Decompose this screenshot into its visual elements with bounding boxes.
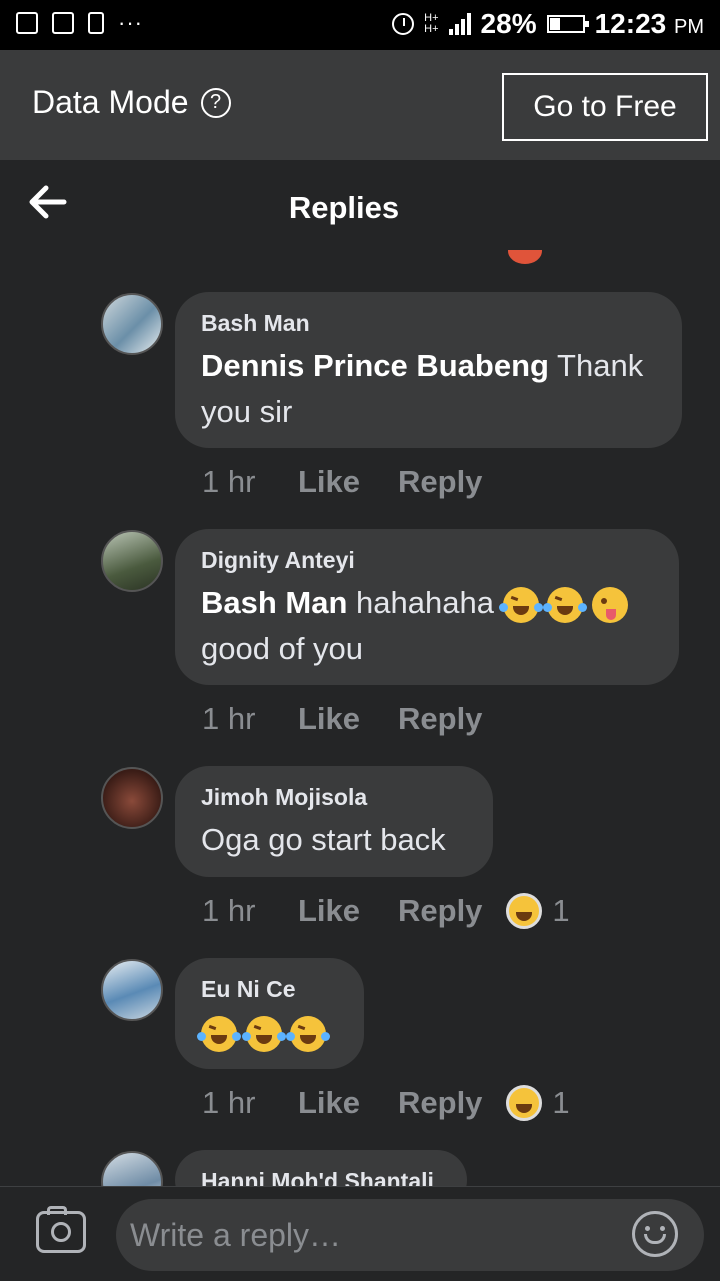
like-button[interactable]: Like xyxy=(298,1085,398,1121)
status-bar: ··· H+ H+ 28% 12:23 PM xyxy=(0,0,720,50)
more-notifications-icon: ··· xyxy=(118,10,143,35)
help-icon[interactable]: ? xyxy=(200,87,231,118)
comment-author[interactable]: Dignity Anteyi xyxy=(201,547,653,574)
avatar[interactable] xyxy=(101,959,163,1021)
gmail-icon xyxy=(52,12,74,34)
comment-text: Dennis Prince Buabeng Thank you sir xyxy=(201,348,644,429)
sd-card-icon xyxy=(88,12,104,34)
rofl-emoji-icon xyxy=(286,1015,331,1052)
haha-reaction-icon xyxy=(506,893,543,929)
image-icon xyxy=(16,12,38,34)
mention[interactable]: Dennis Prince Buabeng xyxy=(201,348,549,383)
battery-percent: 28% xyxy=(480,8,537,39)
comment-actions: 1 hr Like Reply xyxy=(202,701,506,737)
comment-time: 1 hr xyxy=(202,464,256,499)
reaction-count: 1 xyxy=(552,1085,570,1120)
previous-comment-fragment xyxy=(330,250,550,266)
comment-time: 1 hr xyxy=(202,1085,256,1120)
battery-icon xyxy=(546,15,589,33)
comment-actions: 1 hr Like Reply xyxy=(202,464,506,500)
page-title: Replies xyxy=(288,190,400,225)
reply-button[interactable]: Reply xyxy=(398,1085,482,1121)
comment-time: 1 hr xyxy=(202,893,256,928)
avatar[interactable] xyxy=(101,767,163,829)
rofl-emoji-icon xyxy=(197,1015,241,1052)
reaction-summary[interactable]: 1 xyxy=(506,1085,570,1121)
comment-text: Oga go start back xyxy=(201,822,446,857)
like-button[interactable]: Like xyxy=(298,893,398,929)
reply-composer: Write a reply… xyxy=(0,1186,720,1281)
reply-input[interactable]: Write a reply… xyxy=(116,1199,704,1271)
reaction-count: 1 xyxy=(552,893,570,928)
reply-button[interactable]: Reply xyxy=(398,701,482,737)
haha-reaction-icon xyxy=(506,1085,543,1121)
comment-bubble[interactable]: Dignity Anteyi Bash Man hahahaha good of… xyxy=(175,529,679,685)
camera-icon[interactable] xyxy=(36,1206,86,1253)
avatar[interactable] xyxy=(101,293,163,355)
comment-text: Bash Man hahahaha good of you xyxy=(201,580,653,672)
comment-actions: 1 hr Like Reply 1 xyxy=(202,893,570,929)
like-button[interactable]: Like xyxy=(298,701,398,737)
network-type: H+ H+ xyxy=(424,12,439,35)
rofl-emoji-icon xyxy=(498,586,543,623)
replies-header: Replies xyxy=(0,160,720,256)
comment-bubble[interactable]: Eu Ni Ce xyxy=(175,958,364,1069)
comment-text xyxy=(197,1009,338,1055)
winking-tongue-emoji-icon xyxy=(591,586,628,623)
like-button[interactable]: Like xyxy=(298,464,398,500)
reply-button[interactable]: Reply xyxy=(398,893,482,929)
alarm-icon xyxy=(392,13,415,35)
rofl-emoji-icon xyxy=(543,586,588,623)
data-mode-label[interactable]: Data Mode ? xyxy=(32,84,231,121)
emoji-picker-icon[interactable] xyxy=(632,1211,678,1257)
comment-bubble[interactable]: Jimoh Mojisola Oga go start back xyxy=(175,766,493,877)
rofl-emoji-icon xyxy=(241,1015,286,1052)
comment-bubble[interactable]: Bash Man Dennis Prince Buabeng Thank you… xyxy=(175,292,682,448)
signal-icon xyxy=(448,13,471,35)
comment-author[interactable]: Eu Ni Ce xyxy=(201,976,338,1003)
reaction-summary[interactable]: 1 xyxy=(506,893,570,929)
comment-time: 1 hr xyxy=(202,701,256,736)
comment-author[interactable]: Bash Man xyxy=(201,310,656,337)
go-to-free-button[interactable]: Go to Free xyxy=(502,73,708,141)
avatar[interactable] xyxy=(101,530,163,592)
mention[interactable]: Bash Man xyxy=(201,585,347,620)
comment-actions: 1 hr Like Reply 1 xyxy=(202,1085,570,1121)
clock-time: 12:23 PM xyxy=(594,8,704,39)
reply-button[interactable]: Reply xyxy=(398,464,482,500)
comment-author[interactable]: Jimoh Mojisola xyxy=(201,784,467,811)
